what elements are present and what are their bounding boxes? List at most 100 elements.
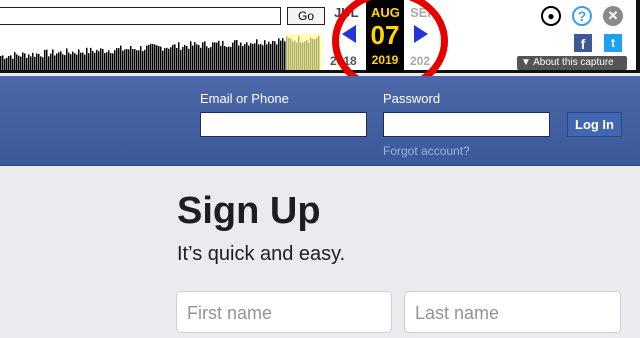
sparkline-bar	[44, 50, 46, 70]
wayback-go-button[interactable]: Go	[287, 7, 325, 25]
sparkline-bar	[234, 40, 236, 70]
help-icon[interactable]: ?	[572, 6, 592, 26]
sparkline-bar	[224, 46, 226, 70]
sparkline-bar	[228, 46, 230, 70]
sparkline-bar	[208, 48, 210, 70]
sparkline-bar	[160, 46, 162, 70]
sparkline-bar	[284, 41, 286, 70]
sparkline-bar	[130, 45, 132, 70]
sparkline-bar	[132, 48, 134, 70]
sparkline-bar	[36, 53, 38, 70]
sparkline-bar	[240, 42, 242, 70]
sparkline-highlight	[286, 34, 322, 70]
sparkline-bar	[84, 54, 86, 70]
sparkline-bar	[194, 42, 196, 70]
sparkline-bar	[138, 50, 140, 70]
sparkline-bar	[48, 56, 50, 70]
sparkline-bar	[162, 50, 164, 70]
sparkline-bar	[266, 44, 268, 70]
first-name-input[interactable]: First name	[176, 291, 392, 333]
password-label: Password	[383, 91, 441, 106]
sparkline-bar	[118, 48, 120, 70]
sparkline-bar	[30, 56, 32, 70]
about-capture-button[interactable]: ▼ About this capture	[517, 56, 627, 70]
sparkline-bar	[214, 42, 216, 70]
sparkline-bar	[128, 49, 130, 70]
password-input[interactable]	[383, 112, 550, 137]
sparkline-bar	[126, 48, 128, 70]
sparkline-bar	[140, 46, 142, 70]
login-button[interactable]: Log In	[567, 112, 622, 137]
sparkline-bar	[148, 44, 150, 70]
sparkline-bar	[166, 47, 168, 70]
sparkline-bar	[232, 42, 234, 70]
sparkline-bar	[154, 44, 156, 70]
sparkline-bar	[116, 48, 118, 70]
sparkline-bar	[192, 45, 194, 70]
sparkline-bar	[142, 50, 144, 70]
signup-subtitle: It’s quick and easy.	[177, 243, 346, 265]
last-name-input[interactable]: Last name	[404, 291, 621, 333]
sparkline-bar	[242, 45, 244, 70]
sparkline-bar	[114, 50, 116, 70]
sparkline-bar	[270, 43, 272, 70]
sparkline-bar	[256, 39, 258, 70]
sparkline-bar	[258, 44, 260, 70]
sparkline-bar	[200, 47, 202, 70]
sparkline-bar	[38, 53, 40, 70]
sparkline-bar	[26, 57, 28, 70]
sparkline-bar	[54, 55, 56, 70]
sparkline-bar	[68, 52, 70, 70]
sparkline-bar	[100, 48, 102, 70]
signup-title: Sign Up	[177, 190, 321, 232]
sparkline-bar	[58, 52, 60, 70]
sparkline-bar	[278, 38, 280, 70]
sparkline-bar	[244, 44, 246, 70]
sparkline-bar	[12, 58, 14, 70]
twitter-share-icon[interactable]: t	[604, 34, 622, 52]
sparkline-bar	[144, 49, 146, 70]
sparkline-bar	[262, 45, 264, 70]
sparkline-bar	[170, 47, 172, 70]
sparkline-bar	[202, 42, 204, 70]
sparkline-bar	[106, 52, 108, 70]
wayback-url-input[interactable]	[0, 7, 281, 25]
sparkline-bar	[230, 46, 232, 70]
sparkline-bar	[66, 48, 68, 70]
sparkline-bar	[20, 56, 22, 70]
sparkline-bar	[222, 40, 224, 70]
user-account-icon[interactable]: ●	[541, 6, 561, 26]
sparkline-bar	[136, 50, 138, 70]
sparkline-bar	[50, 53, 52, 70]
sparkline-bar	[2, 55, 4, 70]
sparkline-bar	[212, 42, 214, 70]
forgot-account-link[interactable]: Forgot account?	[383, 144, 470, 158]
sparkline-bar	[34, 56, 36, 70]
sparkline-bar	[248, 45, 250, 70]
sparkline-bar	[152, 44, 154, 70]
sparkline-bar	[52, 49, 54, 70]
sparkline-bar	[62, 54, 64, 70]
close-icon[interactable]: ✕	[603, 6, 623, 26]
sparkline-bar	[252, 43, 254, 70]
sparkline-bar	[196, 44, 198, 70]
sparkline-bar	[226, 46, 228, 70]
sparkline-bar	[92, 51, 94, 70]
sparkline-bar	[236, 39, 238, 70]
sparkline-bar	[80, 52, 82, 70]
sparkline-bar	[246, 42, 248, 70]
sparkline-bar	[98, 51, 100, 70]
sparkline-bar	[164, 48, 166, 70]
capture-sparkline[interactable]	[0, 34, 328, 70]
sparkline-bar	[238, 45, 240, 70]
sparkline-bar	[90, 47, 92, 70]
sparkline-bar	[146, 45, 148, 70]
facebook-share-icon[interactable]: f	[574, 34, 592, 52]
sparkline-bar	[64, 55, 66, 70]
sparkline-bar	[42, 57, 44, 70]
sparkline-bar	[218, 40, 220, 70]
sparkline-bar	[184, 44, 186, 70]
email-input[interactable]	[200, 112, 367, 137]
sparkline-bar	[168, 48, 170, 70]
sparkline-bar	[76, 54, 78, 70]
